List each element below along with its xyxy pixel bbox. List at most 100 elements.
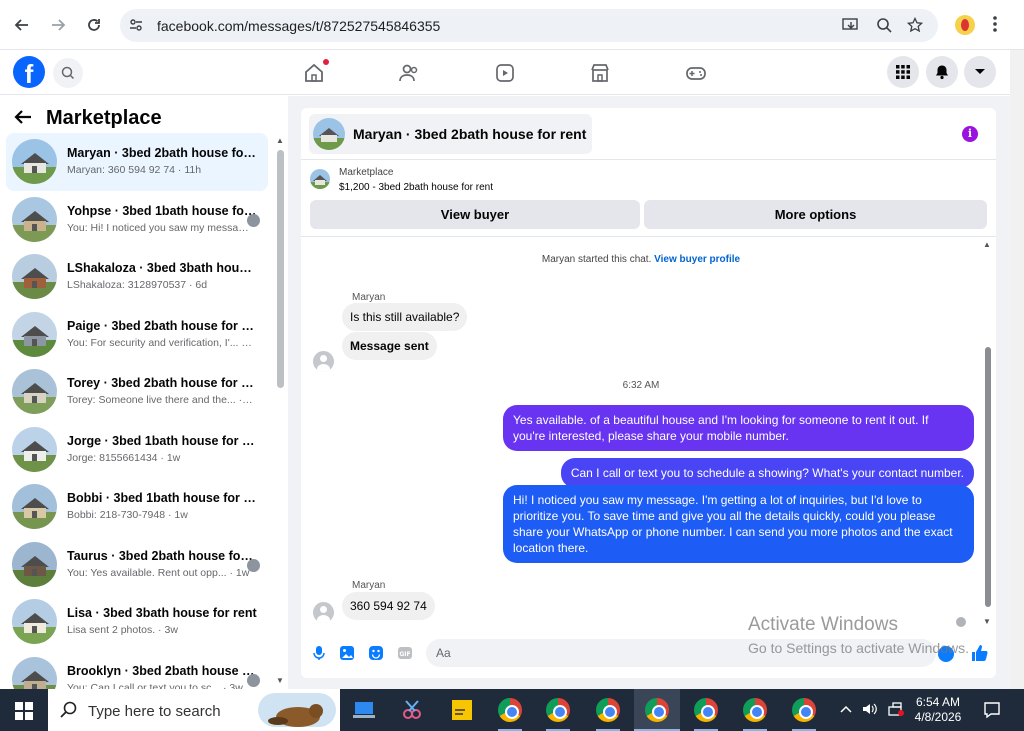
laptop-app-icon[interactable]	[352, 698, 376, 722]
outgoing-message[interactable]: Can I call or text you to schedule a sho…	[560, 458, 974, 488]
watch-icon[interactable]	[492, 60, 518, 86]
microphone-icon[interactable]	[311, 645, 327, 661]
conversation-thumbnail	[12, 599, 57, 644]
read-receipt-avatar	[247, 558, 260, 572]
outgoing-message[interactable]: Yes available. of a beautiful house and …	[503, 405, 974, 451]
svg-text:GIF: GIF	[399, 651, 410, 658]
gif-icon[interactable]: GIF	[397, 645, 413, 661]
marketplace-icon[interactable]	[587, 60, 613, 86]
scroll-down-arrow-icon[interactable]: ▼	[983, 617, 991, 626]
page-scrollbar[interactable]	[1010, 50, 1024, 689]
sender-name: Maryan	[352, 580, 386, 591]
install-app-icon[interactable]	[842, 17, 860, 36]
listing-mini-thumbnail	[310, 169, 330, 189]
extension-icon[interactable]	[955, 15, 975, 35]
search-icon[interactable]	[53, 58, 83, 88]
notification-center-icon[interactable]	[983, 701, 1001, 722]
sender-avatar[interactable]	[313, 602, 334, 623]
sticky-notes-icon[interactable]	[450, 698, 474, 722]
account-chevron-icon[interactable]	[964, 56, 996, 88]
conversation-title: Torey · 3bed 2bath house for rent	[67, 376, 257, 390]
browser-menu-icon[interactable]	[992, 14, 998, 37]
scroll-up-arrow-icon[interactable]: ▲	[983, 240, 991, 249]
conversation-thumbnail	[12, 541, 57, 587]
conversation-item[interactable]: LShakaloza · 3bed 3bath house for rent LS…	[6, 248, 268, 306]
back-arrow-icon[interactable]	[14, 109, 32, 128]
conversation-title: Brooklyn · 3bed 2bath house for rent	[67, 663, 257, 678]
notifications-bell-icon[interactable]	[926, 56, 958, 88]
forward-arrow-icon[interactable]	[46, 13, 70, 37]
sidebar-scrollbar[interactable]	[277, 150, 284, 388]
site-settings-icon[interactable]	[128, 17, 144, 36]
home-icon[interactable]	[301, 59, 329, 86]
taskbar-search[interactable]: Type here to search	[48, 689, 340, 731]
reload-icon[interactable]	[82, 13, 106, 37]
windows-start-icon[interactable]	[15, 702, 33, 723]
conversation-item[interactable]: Paige · 3bed 2bath house for rent You: Fo…	[6, 306, 268, 364]
activate-windows-watermark: Activate Windows Go to Settings to activ…	[748, 614, 969, 656]
view-buyer-profile-link[interactable]: View buyer profile	[654, 254, 740, 265]
thumbs-up-icon[interactable]	[971, 644, 989, 665]
conversation-item[interactable]: Torey · 3bed 2bath house for rent Torey: …	[6, 363, 268, 421]
url-text: facebook.com/messages/t/872527545846355	[157, 18, 441, 34]
friends-icon[interactable]	[396, 60, 422, 86]
info-icon[interactable]: i	[962, 126, 978, 142]
chrome-profile-icon[interactable]	[546, 698, 570, 722]
sidebar-header: Marketplace	[14, 106, 162, 130]
view-buyer-button[interactable]: View buyer	[310, 200, 640, 229]
chrome-profile-icon[interactable]	[743, 698, 767, 722]
conversation-snippet: Torey: Someone live there and the... · 1…	[67, 394, 253, 406]
conversation-title: Lisa · 3bed 3bath house for rent	[67, 606, 257, 620]
conversation-thumbnail	[12, 311, 57, 357]
network-icon[interactable]	[888, 702, 904, 719]
conversation-item[interactable]: Bobbi · 3bed 1bath house for ren Bobbi: 2…	[6, 478, 268, 536]
address-bar[interactable]: facebook.com/messages/t/872527545846355	[120, 9, 938, 42]
conversation-sidebar: Marketplace Maryan · 3bed 2bath house fo…	[0, 96, 288, 689]
chat-scrollbar[interactable]	[985, 347, 991, 607]
conversation-snippet: Bobbi: 218-730-7948 · 1w	[67, 509, 188, 521]
snipping-tool-icon[interactable]	[400, 698, 424, 722]
listing-source-label: Marketplace	[339, 167, 394, 178]
chrome-profile-icon[interactable]	[596, 698, 620, 722]
conversation-item[interactable]: Maryan · 3bed 2bath house for rent Maryan…	[6, 133, 268, 191]
incoming-message[interactable]: 360 594 92 74	[342, 592, 435, 620]
volume-icon[interactable]	[862, 702, 878, 719]
chrome-profile-icon[interactable]	[792, 698, 816, 722]
more-options-button[interactable]: More options	[644, 200, 987, 229]
back-arrow-icon[interactable]	[10, 13, 34, 37]
menu-grid-icon[interactable]	[887, 56, 919, 88]
conversation-snippet: Jorge: 8155661434 · 1w	[67, 451, 181, 464]
outgoing-message[interactable]: Hi! I noticed you saw my message. I'm ge…	[503, 485, 974, 563]
tray-chevron-up-icon[interactable]	[840, 702, 852, 717]
conversation-snippet: You: Hi! I noticed you saw my message · …	[67, 221, 253, 234]
browser-toolbar: facebook.com/messages/t/872527545846355	[0, 0, 1024, 50]
incoming-message[interactable]: Is this still available?	[342, 303, 468, 331]
listing-description[interactable]: $1,200 - 3bed 2bath house for rent	[339, 182, 493, 193]
chrome-active-window-icon[interactable]	[645, 698, 669, 722]
scroll-down-arrow-icon[interactable]: ▼	[276, 676, 284, 685]
photo-icon[interactable]	[339, 645, 355, 661]
sender-avatar[interactable]	[313, 351, 334, 372]
chrome-profile-k-icon[interactable]	[498, 698, 522, 722]
conversation-item[interactable]: Taurus · 3bed 2bath house for rent You: Y…	[6, 536, 268, 594]
bookmark-star-icon[interactable]	[906, 16, 924, 36]
search-icon	[60, 701, 78, 722]
read-receipt-avatar	[247, 673, 260, 687]
conversation-item[interactable]: Brooklyn · 3bed 2bath house for rent You:…	[6, 651, 268, 689]
incoming-message[interactable]: Message sent	[342, 332, 437, 360]
conversation-item[interactable]: Jorge · 3bed 1bath house for rent Jorge: …	[6, 421, 268, 479]
facebook-logo-icon[interactable]: f	[13, 56, 45, 88]
conversation-title: Jorge · 3bed 1bath house for rent	[67, 433, 257, 448]
zoom-icon[interactable]	[876, 17, 892, 36]
sticker-icon[interactable]	[368, 645, 384, 661]
conversation-item[interactable]: Lisa · 3bed 3bath house for rent Lisa sen…	[6, 593, 268, 651]
system-clock[interactable]: 6:54 AM 4/8/2026	[910, 695, 966, 725]
scroll-up-arrow-icon[interactable]: ▲	[276, 136, 284, 145]
listing-thumbnail	[313, 118, 345, 150]
gaming-icon[interactable]	[683, 60, 709, 86]
conversation-thumbnail	[12, 196, 57, 242]
chrome-profile-icon[interactable]	[694, 698, 718, 722]
conversation-title: Yohpse · 3bed 1bath house for rent	[67, 203, 257, 218]
conversation-item[interactable]: Yohpse · 3bed 1bath house for rent You: H…	[6, 191, 268, 249]
chat-header[interactable]: Maryan · 3bed 2bath house for rent	[309, 114, 593, 154]
